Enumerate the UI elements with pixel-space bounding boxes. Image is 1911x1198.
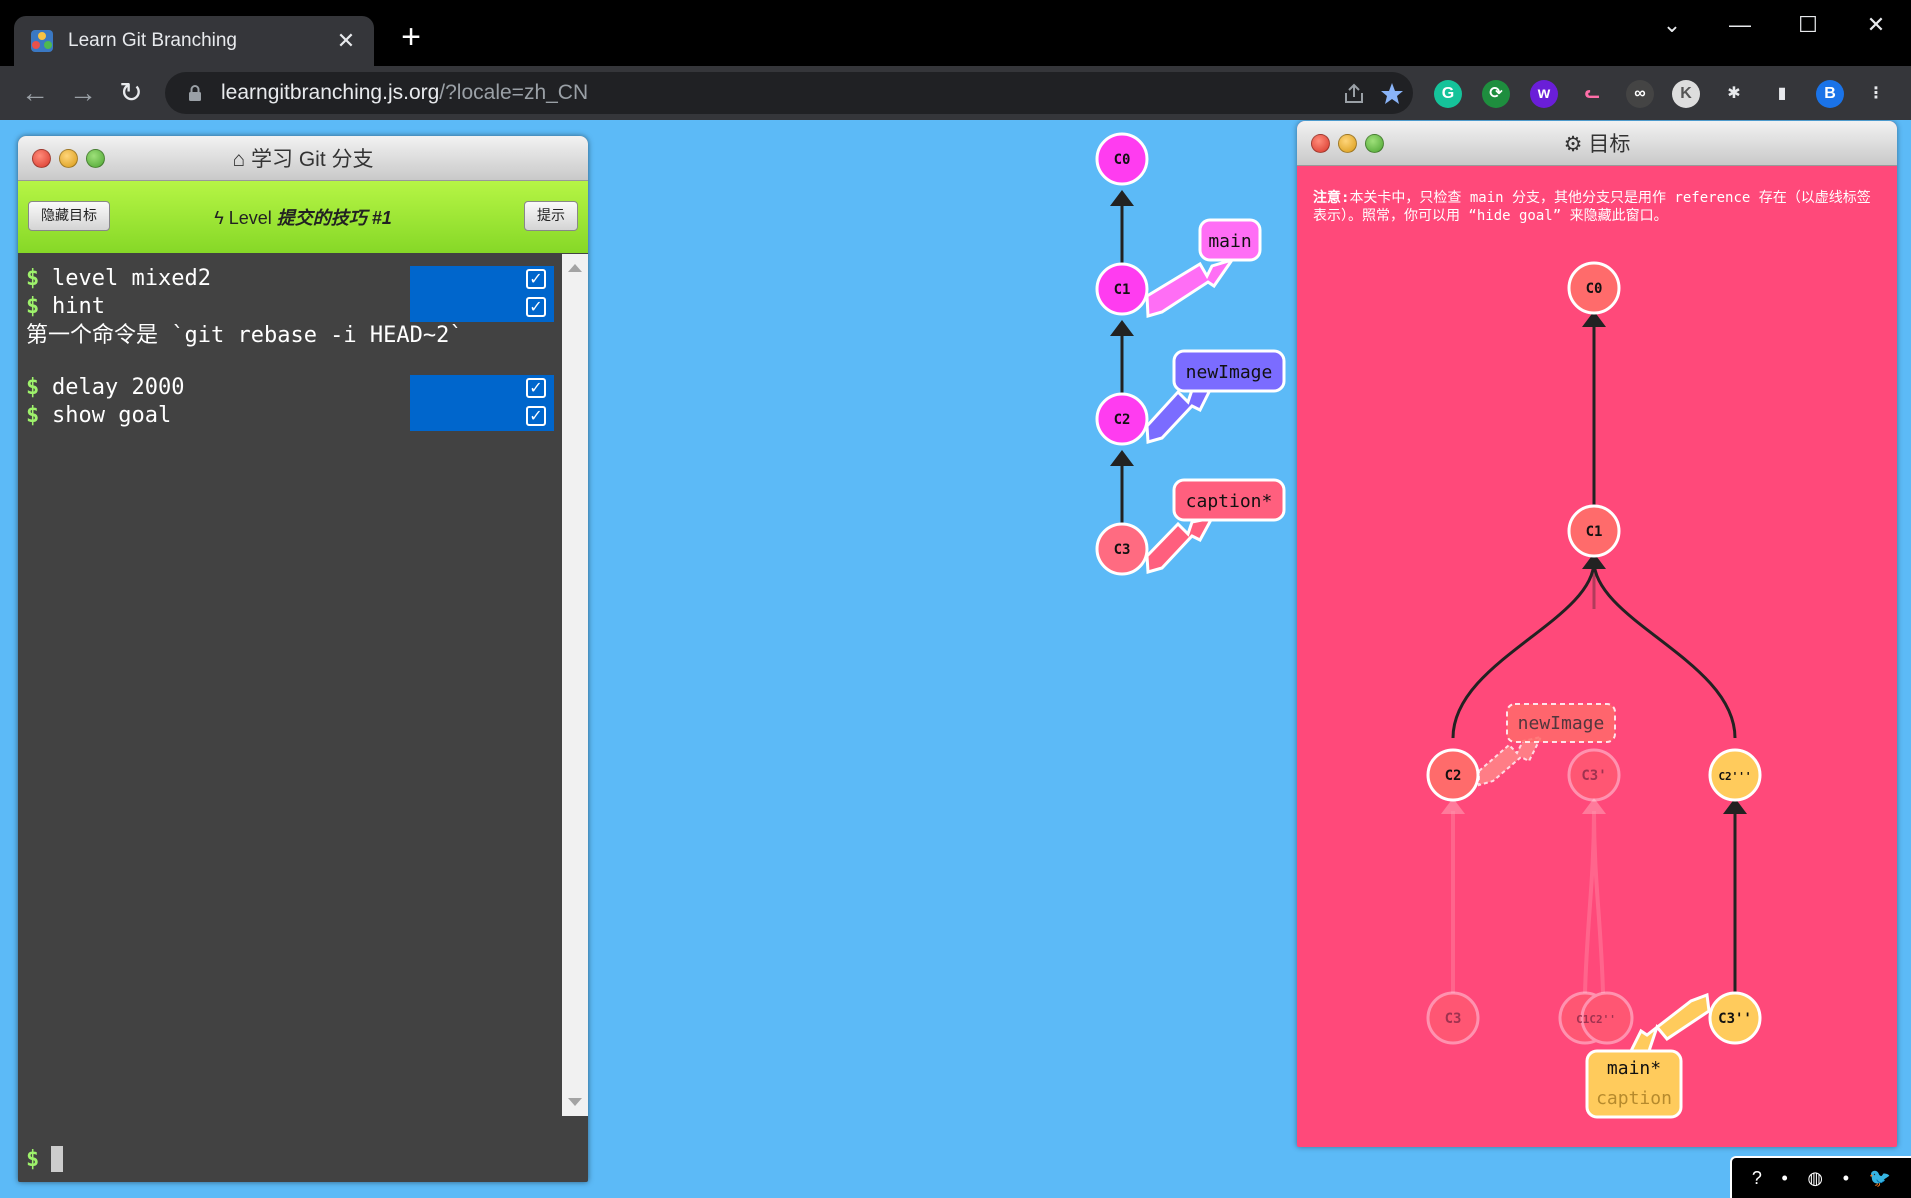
goal-branch-newImage[interactable]: newImage — [1506, 703, 1616, 743]
arrow-head-icon — [1110, 320, 1134, 336]
svg-text:C2: C2 — [1445, 768, 1462, 784]
maximize-icon[interactable]: ☐ — [1788, 10, 1828, 40]
goal-commit-c3-double-prime[interactable]: C3'' — [1708, 991, 1762, 1045]
goal-branch-main[interactable]: main* caption — [1585, 1049, 1683, 1119]
globe-icon[interactable]: ◍ — [1807, 1168, 1823, 1189]
svg-text:C3': C3' — [1581, 768, 1606, 784]
minimize-icon[interactable]: — — [1720, 10, 1760, 40]
twitter-icon[interactable]: 🐦 — [1869, 1168, 1891, 1189]
svg-text:caption: caption — [1596, 1088, 1672, 1109]
goal-commit-c0[interactable]: C0 — [1567, 261, 1621, 315]
commit-c0[interactable]: C0 — [1095, 132, 1149, 186]
arrow-head-icon — [1110, 450, 1134, 466]
goal-commit-c2[interactable]: C2 — [1426, 748, 1480, 802]
menu-icon[interactable]: ⋮ — [1862, 80, 1890, 108]
svg-text:C1C2'': C1C2'' — [1576, 1013, 1616, 1026]
footer-links: ? • ◍ • 🐦 — [1730, 1156, 1911, 1198]
branch-arrow-main — [1626, 992, 1711, 1058]
branch-newImage[interactable]: newImage — [1172, 349, 1286, 393]
refresh-extension-icon[interactable]: ⟳ — [1482, 80, 1510, 108]
lock-icon — [189, 85, 201, 101]
svg-text:C2''': C2''' — [1718, 770, 1751, 783]
goal-git-tree: C0 C1 C2 C3' C2''' C3 C1C2'' C3'' newIma… — [1426, 261, 1762, 1119]
tab-close-icon[interactable]: ✕ — [334, 29, 358, 53]
tab-title: Learn Git Branching — [68, 30, 237, 51]
address-bar[interactable]: learngitbranching.js.org/?locale=zh_CN — [165, 72, 1413, 114]
browser-tab[interactable]: Learn Git Branching ✕ — [14, 16, 374, 66]
browser-toolbar: ← → ↻ learngitbranching.js.org/?locale=z… — [0, 66, 1911, 120]
url-path: /?locale=zh_CN — [439, 81, 589, 104]
separator: • — [1842, 1167, 1850, 1188]
goal-commit-c2-triple-prime[interactable]: C2''' — [1708, 748, 1762, 802]
back-icon[interactable]: ← — [16, 74, 54, 112]
arrow-head-icon — [1110, 190, 1134, 206]
tab-strip: Learn Git Branching ✕ + ⌄ — ☐ ✕ — [0, 0, 1911, 66]
svg-text:C3: C3 — [1114, 542, 1131, 558]
k-extension-icon[interactable]: K — [1672, 80, 1700, 108]
goal-commit-c1c2[interactable]: C1C2'' — [1558, 991, 1634, 1045]
branch-arrow-newImage — [1478, 735, 1543, 787]
branch-arrow-newImage — [1145, 383, 1215, 444]
branch-arrow-main — [1145, 257, 1236, 318]
commit-c3[interactable]: C3 — [1095, 522, 1149, 576]
reload-icon[interactable]: ↻ — [112, 74, 150, 112]
puzzle-icon[interactable]: ✱ — [1720, 80, 1748, 108]
svg-text:C0: C0 — [1586, 281, 1603, 297]
svg-text:C3: C3 — [1445, 1011, 1462, 1027]
svg-text:C3'': C3'' — [1718, 1011, 1752, 1027]
svg-text:main: main — [1208, 231, 1251, 252]
cat-extension-icon[interactable]: ᓚ — [1578, 80, 1606, 108]
branch-arrow-caption — [1145, 515, 1215, 574]
separator: • — [1781, 1167, 1788, 1188]
forward-icon[interactable]: → — [64, 74, 102, 112]
svg-text:caption*: caption* — [1186, 491, 1273, 512]
close-window-icon[interactable]: ✕ — [1856, 10, 1896, 40]
svg-text:C1: C1 — [1586, 524, 1603, 540]
branch-caption[interactable]: caption* — [1172, 478, 1286, 522]
goal-commit-c3-prime[interactable]: C3' — [1567, 748, 1621, 802]
page-viewport: ⌂ 学习 Git 分支 隐藏目标 ϟ Level 提交的技巧 #1 提示 $ l… — [0, 120, 1911, 1198]
svg-text:newImage: newImage — [1518, 713, 1605, 734]
svg-text:C2: C2 — [1114, 412, 1131, 428]
learngit-favicon-icon — [31, 30, 53, 52]
svg-text:C0: C0 — [1114, 152, 1131, 168]
share-icon[interactable] — [1341, 81, 1367, 107]
goal-window: ⚙ 目标 注意:本关卡中，只检查 main 分支，其他分支只是用作 refere… — [1297, 121, 1897, 1147]
bookmark-star-icon[interactable] — [1379, 81, 1405, 107]
grammarly-icon[interactable]: G — [1434, 80, 1462, 108]
tab-search-icon[interactable]: ⌄ — [1652, 10, 1692, 40]
new-tab-button[interactable]: + — [394, 20, 428, 56]
side-panel-icon[interactable]: ▮ — [1768, 80, 1796, 108]
commit-c1[interactable]: C1 — [1095, 262, 1149, 316]
svg-text:newImage: newImage — [1186, 362, 1273, 383]
svg-text:main*: main* — [1607, 1058, 1661, 1079]
glasses-extension-icon[interactable]: ∞ — [1626, 80, 1654, 108]
branch-main[interactable]: main — [1198, 218, 1262, 262]
w-extension-icon[interactable]: w — [1530, 80, 1558, 108]
goal-commit-c1[interactable]: C1 — [1567, 504, 1621, 558]
url-host: learngitbranching.js.org — [221, 81, 440, 104]
svg-text:C1: C1 — [1114, 282, 1131, 298]
help-icon[interactable]: ? — [1752, 1168, 1762, 1189]
goal-commit-c3[interactable]: C3 — [1426, 991, 1480, 1045]
profile-avatar[interactable]: B — [1816, 80, 1844, 108]
commit-c2[interactable]: C2 — [1095, 392, 1149, 446]
